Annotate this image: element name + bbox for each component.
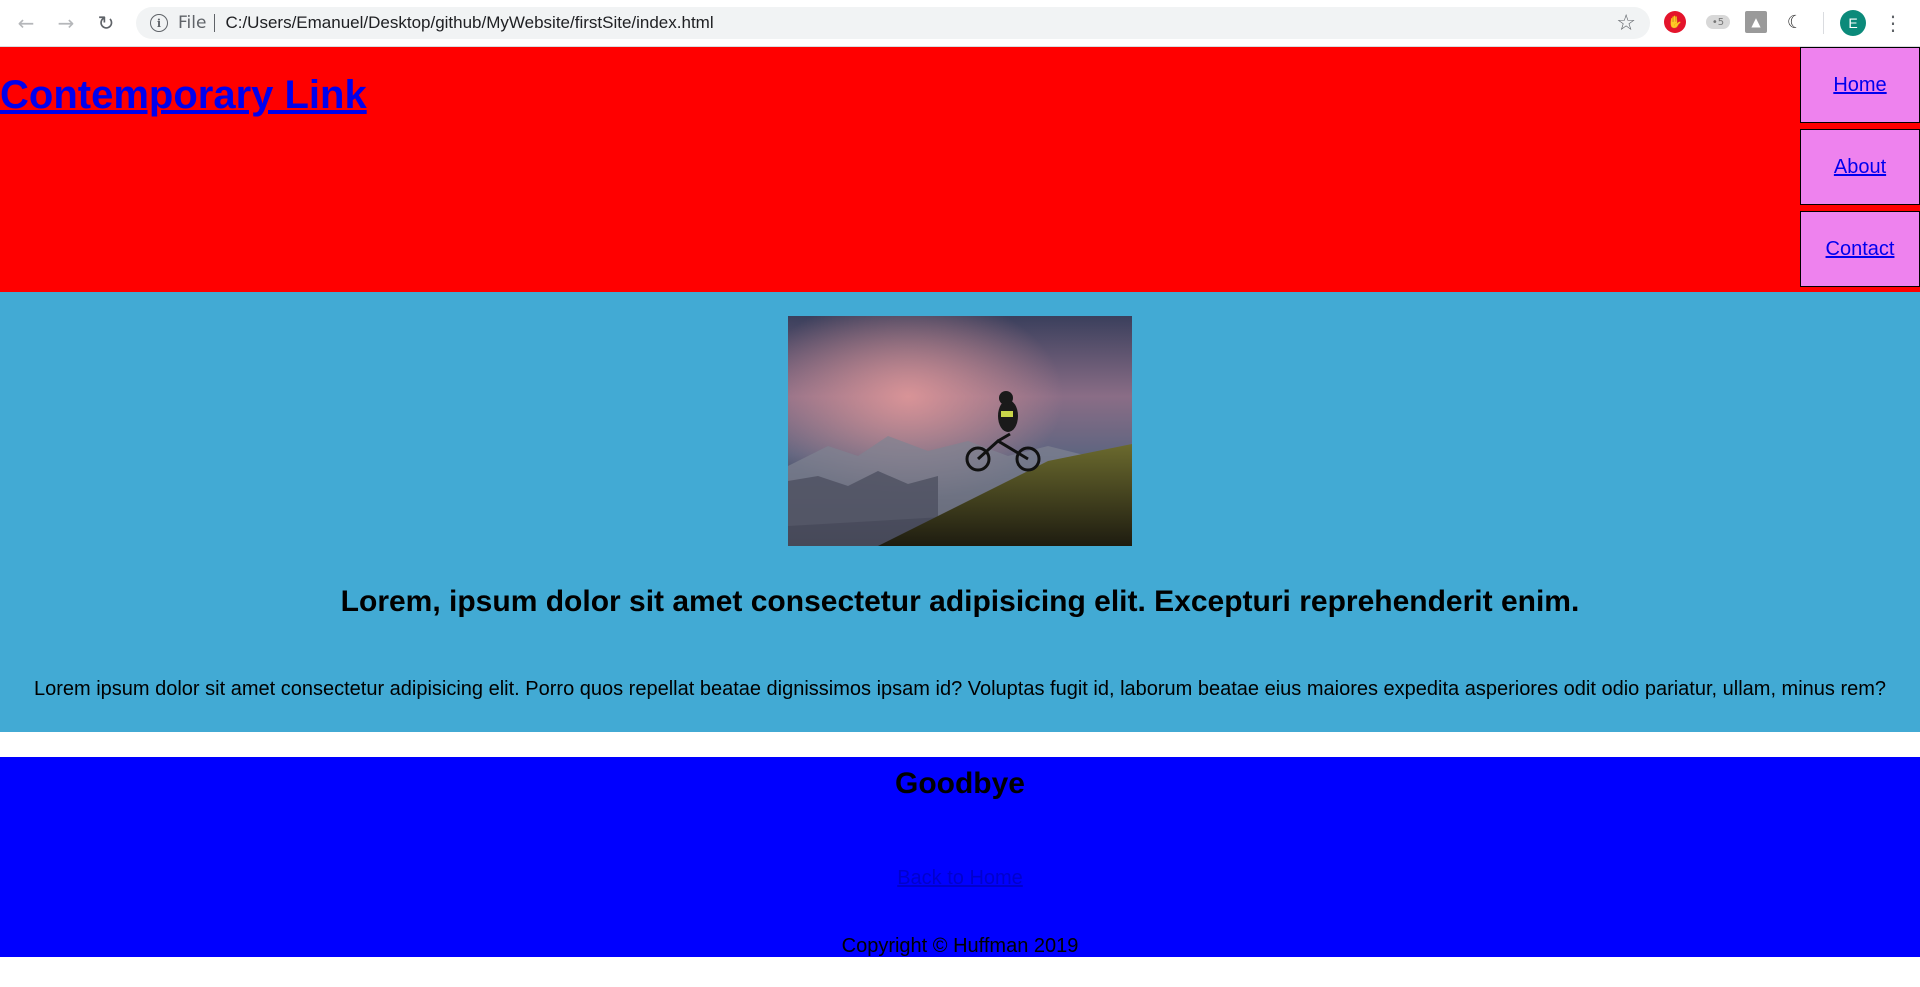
forward-arrow-icon[interactable]: → [52,9,80,37]
nav-link-contact[interactable]: Contact [1826,238,1895,261]
address-separator [214,14,216,32]
reload-icon[interactable]: ↻ [92,9,120,37]
address-bar[interactable]: i File C:/Users/Emanuel/Desktop/github/M… [136,7,1650,39]
main-heading: Lorem, ipsum dolor sit amet consectetur … [340,585,1580,618]
url-text[interactable]: C:/Users/Emanuel/Desktop/github/MyWebsit… [225,13,713,33]
nav-link-home[interactable]: Home [1833,74,1886,97]
back-arrow-icon[interactable]: ← [12,9,40,37]
nav-item-home[interactable]: Home [1800,47,1920,123]
info-icon[interactable]: i [150,14,168,32]
site-footer: Goodbye Back to Home Copyright © Huffman… [0,757,1920,957]
footer-back-home-link[interactable]: Back to Home [0,867,1920,890]
dark-mode-extension-icon[interactable]: ☾ [1784,11,1806,33]
nav-item-contact[interactable]: Contact [1800,211,1920,287]
toolbar-divider [1823,12,1824,34]
toggle-extension-icon[interactable]: •5 [1706,15,1730,29]
main-nav: Home About Contact [1800,47,1920,293]
web-page: Contemporary Link Home About Contact Lor… [0,47,1920,987]
scheme-label: File [178,13,207,33]
profile-avatar[interactable]: E [1840,10,1866,36]
pdf-extension-icon[interactable]: ▲ [1745,11,1767,33]
footer-heading: Goodbye [894,767,1025,800]
site-header: Contemporary Link Home About Contact [0,47,1920,292]
copyright-text: Copyright © Huffman 2019 [841,935,1079,957]
nav-item-about[interactable]: About [1800,129,1920,205]
main-paragraph: Lorem ipsum dolor sit amet consectetur a… [33,678,1887,700]
site-title-link[interactable]: Contemporary Link [0,73,367,118]
browser-menu-icon[interactable]: ⋮ [1883,10,1903,36]
bookmark-star-icon[interactable]: ☆ [1616,11,1636,36]
browser-toolbar: ← → ↻ i File C:/Users/Emanuel/Desktop/gi… [0,0,1920,47]
mountain-biker-image [788,316,1132,546]
main-section: Lorem, ipsum dolor sit amet consectetur … [0,292,1920,732]
adblock-extension-icon[interactable]: ✋ [1664,11,1686,33]
nav-link-about[interactable]: About [1834,156,1886,179]
